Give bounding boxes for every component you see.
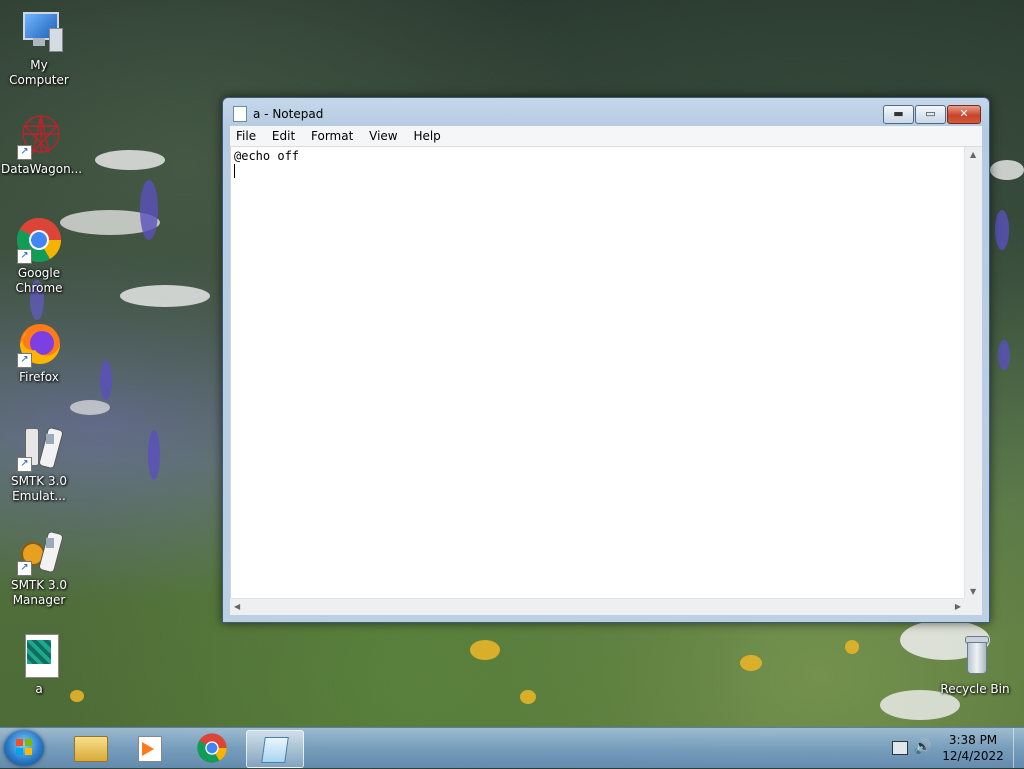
minimize-button[interactable]: ▬ — [883, 105, 914, 124]
windows-logo-icon — [16, 739, 32, 755]
recycle-bin-icon — [951, 632, 999, 680]
phone-manager-icon: ↗ — [15, 528, 64, 576]
desktop-icon-recycle-bin[interactable]: Recycle Bin — [937, 632, 1013, 697]
desktop-icon-label: Google Chrome — [15, 266, 63, 295]
taskbar-notepad[interactable] — [246, 730, 304, 768]
close-button[interactable]: ✕ — [947, 105, 981, 124]
desktop-icon-label: SMTK 3.0 Manager — [10, 578, 68, 607]
start-button[interactable] — [4, 730, 44, 766]
scroll-right-icon[interactable]: ▶ — [955, 602, 961, 611]
desktop-icon-a[interactable]: a — [1, 632, 77, 697]
menu-edit[interactable]: Edit — [266, 126, 301, 146]
file-explorer-icon — [74, 736, 108, 762]
scroll-down-icon[interactable]: ▼ — [970, 587, 976, 596]
shortcut-arrow-icon: ↗ — [17, 145, 32, 160]
show-desktop-button[interactable] — [1013, 728, 1024, 768]
desktop-icon-datawagon[interactable]: ↗ DataWagon... — [1, 112, 83, 177]
shortcut-arrow-icon: ↗ — [17, 457, 32, 472]
text-editor[interactable]: @echo off — [230, 147, 965, 599]
desktop-icon-google-chrome[interactable]: ↗ Google Chrome — [1, 216, 77, 296]
notepad-icon — [233, 106, 247, 122]
volume-icon[interactable]: 🔊 — [914, 739, 931, 755]
menu-format[interactable]: Format — [305, 126, 359, 146]
shortcut-arrow-icon: ↗ — [17, 561, 32, 576]
notepad-icon — [261, 737, 289, 763]
network-icon[interactable] — [892, 741, 908, 755]
firefox-icon: ↗ — [15, 320, 63, 368]
desktop-icon-label: a — [35, 682, 43, 696]
shortcut-arrow-icon: ↗ — [17, 353, 32, 368]
desktop-icon-firefox[interactable]: ↗ Firefox — [1, 320, 77, 385]
clock-date: 12/4/2022 — [942, 749, 1004, 763]
desktop-icon-label: DataWagon... — [1, 162, 83, 176]
menu-bar: File Edit Format View Help — [230, 126, 982, 147]
menu-help[interactable]: Help — [407, 126, 446, 146]
resize-grip[interactable] — [965, 599, 982, 615]
desktop-icon-smtk-manager[interactable]: ↗ SMTK 3.0 Manager — [1, 528, 77, 608]
taskbar-file-explorer[interactable] — [62, 730, 118, 766]
maximize-button[interactable]: ▭ — [915, 105, 946, 124]
notepad-window[interactable]: a - Notepad ▬ ▭ ✕ File Edit Format View … — [222, 97, 990, 623]
desktop-icon-label: Firefox — [19, 370, 59, 384]
desktop-icon-label: Recycle Bin — [940, 682, 1010, 696]
clock-time: 3:38 PM — [948, 733, 998, 747]
taskbar-chrome[interactable] — [184, 730, 240, 766]
text-caret — [234, 163, 235, 178]
scroll-up-icon[interactable]: ▲ — [970, 150, 976, 159]
taskbar-media-player[interactable] — [122, 730, 178, 766]
phone-emulator-icon: ↗ — [15, 424, 64, 472]
taskbar: 🔊 3:38 PM 12/4/2022 — [0, 727, 1024, 768]
horizontal-scrollbar[interactable]: ◀ ▶ — [230, 598, 965, 615]
menu-file[interactable]: File — [230, 126, 262, 146]
desktop-icon-label: My Computer — [9, 58, 69, 87]
desktop-icon-my-computer[interactable]: My Computer — [1, 8, 77, 88]
shortcut-arrow-icon: ↗ — [17, 249, 32, 264]
batch-file-icon — [15, 632, 63, 680]
chrome-icon: ↗ — [15, 216, 63, 264]
datawagon-icon: ↗ — [15, 112, 63, 160]
computer-icon — [15, 8, 63, 56]
scroll-left-icon[interactable]: ◀ — [234, 602, 240, 611]
desktop-icon-label: SMTK 3.0 Emulat... — [10, 474, 68, 503]
desktop-icon-smtk-emulator[interactable]: ↗ SMTK 3.0 Emulat... — [1, 424, 77, 504]
chrome-icon — [197, 733, 227, 763]
window-title: a - Notepad — [253, 107, 324, 121]
clock[interactable]: 3:38 PM 12/4/2022 — [940, 732, 1006, 764]
menu-view[interactable]: View — [363, 126, 403, 146]
title-bar[interactable]: a - Notepad ▬ ▭ ✕ — [223, 98, 989, 126]
editor-line: @echo off — [234, 149, 300, 163]
vertical-scrollbar[interactable]: ▲ ▼ — [964, 147, 982, 599]
